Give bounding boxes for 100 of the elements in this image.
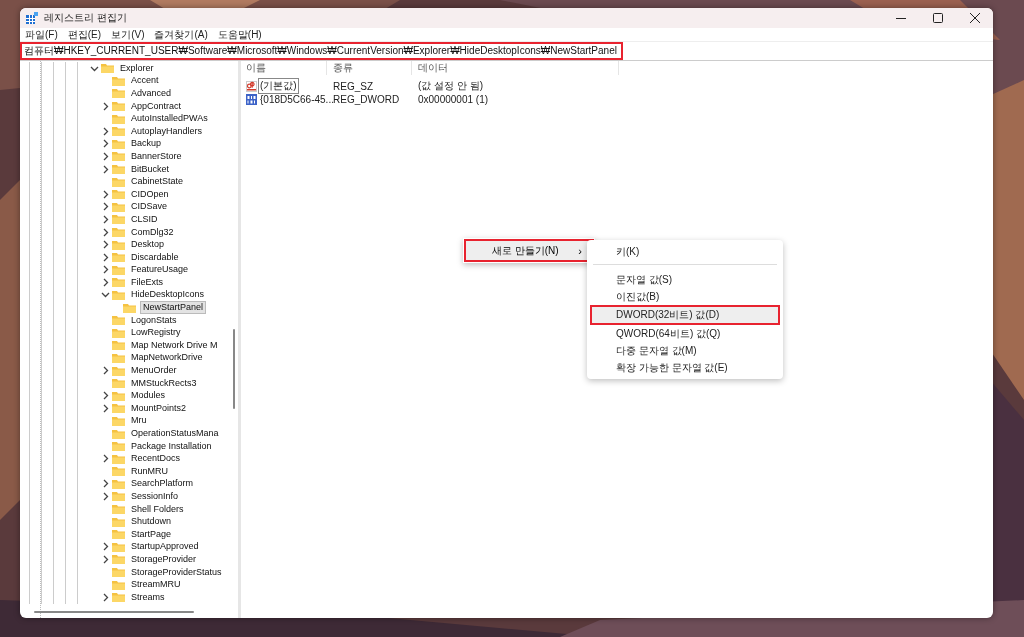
- tree-item[interactable]: StorageProviderStatus: [129, 566, 224, 578]
- menu-item[interactable]: 파일(F): [25, 28, 58, 41]
- collapse-icon[interactable]: [101, 290, 110, 300]
- tree-item[interactable]: CLSID: [129, 213, 160, 225]
- menu-item[interactable]: 새로 만들기(N) ›: [464, 239, 594, 262]
- tree-item[interactable]: Discardable: [129, 251, 181, 263]
- expand-icon[interactable]: [101, 202, 110, 212]
- folder-icon: [112, 74, 125, 87]
- expand-icon[interactable]: [101, 265, 110, 275]
- expand-icon[interactable]: [101, 403, 110, 413]
- menu-item[interactable]: 도움말(H): [217, 28, 262, 41]
- tree-item[interactable]: Package Installation: [129, 440, 214, 452]
- column-header[interactable]: 종류: [333, 61, 418, 75]
- expand-icon[interactable]: [101, 542, 110, 552]
- tree-item[interactable]: MMStuckRects3: [129, 377, 199, 389]
- menu-item[interactable]: 이진값(B): [590, 288, 780, 305]
- tree-item[interactable]: CIDOpen: [129, 188, 171, 200]
- tree-item[interactable]: HideDesktopIcons: [129, 289, 207, 301]
- expand-icon[interactable]: [101, 277, 110, 287]
- expand-icon[interactable]: [101, 164, 110, 174]
- menu-item[interactable]: 문자열 값(S): [590, 271, 780, 288]
- tree-item[interactable]: MountPoints2: [129, 402, 189, 414]
- tree-item[interactable]: MapNetworkDrive: [129, 352, 205, 364]
- tree-item[interactable]: StartupApproved: [129, 541, 201, 553]
- expand-icon[interactable]: [101, 126, 110, 136]
- tree-item[interactable]: Shutdown: [129, 516, 174, 528]
- tree-item[interactable]: Desktop: [129, 239, 167, 251]
- tree-item[interactable]: FeatureUsage: [129, 264, 191, 276]
- expand-icon[interactable]: [101, 492, 110, 501]
- scrollbar-thumb[interactable]: [233, 329, 235, 409]
- expand-icon[interactable]: [101, 214, 110, 224]
- table-cell-text: REG_DWORD: [333, 93, 401, 105]
- tree-item[interactable]: LogonStats: [129, 314, 179, 326]
- expand-icon[interactable]: [101, 227, 110, 237]
- menu-item[interactable]: 확장 가능한 문자열 값(E): [590, 359, 780, 376]
- tree-item[interactable]: StartPage: [129, 528, 174, 540]
- tree-item[interactable]: AutoInstalledPWAs: [129, 113, 210, 125]
- expand-icon[interactable]: [101, 391, 110, 401]
- menu-item[interactable]: 다중 문자열 값(M): [590, 342, 780, 359]
- tree-item[interactable]: SearchPlatform: [129, 478, 196, 490]
- tree-item[interactable]: CIDSave: [129, 201, 169, 213]
- expand-icon[interactable]: [101, 366, 110, 376]
- table-cell-text: 0x00000001 (1): [418, 93, 490, 105]
- tree-item[interactable]: Backup: [129, 138, 164, 150]
- expand-icon[interactable]: [101, 454, 110, 464]
- folder-icon: [112, 188, 125, 201]
- expand-icon[interactable]: [101, 240, 110, 250]
- tree-item[interactable]: Streams: [129, 591, 167, 603]
- menu-item[interactable]: DWORD(32비트) 값(D): [590, 305, 780, 325]
- menu-item[interactable]: 보기(V): [111, 28, 145, 41]
- expand-icon[interactable]: [101, 189, 110, 199]
- expand-icon[interactable]: [101, 592, 110, 602]
- tree-item[interactable]: AppContract: [129, 100, 184, 112]
- column-header[interactable]: 이름: [246, 61, 333, 75]
- tree-item[interactable]: StreamMRU: [129, 579, 183, 591]
- folder-icon: [112, 339, 125, 352]
- scrollbar-thumb[interactable]: [34, 611, 194, 613]
- folder-icon: [112, 226, 125, 238]
- folder-icon: [112, 414, 125, 427]
- tree-item[interactable]: Modules: [129, 390, 168, 402]
- expand-icon[interactable]: [101, 151, 110, 161]
- menu-item[interactable]: 편집(E): [67, 28, 102, 41]
- folder-icon: [112, 200, 125, 213]
- tree-item[interactable]: NewStartPanel: [140, 301, 207, 315]
- column-header[interactable]: 데이터: [418, 61, 618, 75]
- tree-item[interactable]: Explorer: [118, 62, 156, 74]
- tree-item[interactable]: OperationStatusMana: [129, 428, 221, 439]
- expand-icon[interactable]: [101, 479, 110, 489]
- folder-icon: [112, 566, 125, 579]
- expand-icon[interactable]: [101, 101, 110, 111]
- folder-icon: [112, 452, 125, 465]
- folder-icon: [112, 213, 125, 226]
- tree-item[interactable]: BannerStore: [129, 150, 184, 162]
- tree-item[interactable]: ComDlg32: [129, 226, 176, 238]
- tree-item[interactable]: CabinetState: [129, 176, 186, 188]
- tree-item[interactable]: Shell Folders: [129, 503, 186, 515]
- tree-item[interactable]: AutoplayHandlers: [129, 125, 205, 137]
- tree-item[interactable]: Mru: [129, 415, 149, 427]
- menu-item[interactable]: 즐겨찾기(A): [154, 28, 208, 41]
- tree-item[interactable]: StorageProvider: [129, 553, 199, 565]
- tree-item[interactable]: FileExts: [129, 276, 165, 288]
- tree-item[interactable]: RecentDocs: [129, 453, 183, 465]
- folder-icon: [112, 87, 125, 100]
- folder-icon: [112, 503, 125, 516]
- expand-icon[interactable]: [101, 139, 110, 149]
- tree-item[interactable]: BitBucket: [129, 163, 172, 175]
- folder-icon: [112, 276, 125, 289]
- tree-item[interactable]: Accent: [129, 75, 161, 87]
- menu-item[interactable]: QWORD(64비트) 값(Q): [590, 325, 780, 342]
- expand-icon[interactable]: [101, 554, 110, 564]
- tree-item[interactable]: SessionInfo: [129, 491, 181, 502]
- tree-item[interactable]: MenuOrder: [129, 365, 179, 377]
- address-bar[interactable]: 컴퓨터₩HKEY_CURRENT_USER₩Software₩Microsoft₩Windows₩CurrentVersion₩Explorer₩HideDesktopIcons₩NewStartPanel: [20, 42, 623, 60]
- expand-icon[interactable]: [101, 252, 110, 262]
- tree-item[interactable]: LowRegistry: [129, 327, 183, 339]
- tree-item[interactable]: Map Network Drive M: [129, 339, 220, 351]
- tree-item[interactable]: RunMRU: [129, 465, 170, 477]
- folder-icon: [112, 314, 125, 327]
- tree-item[interactable]: Advanced: [129, 88, 174, 99]
- value-name[interactable]: (기본값): [258, 78, 299, 94]
